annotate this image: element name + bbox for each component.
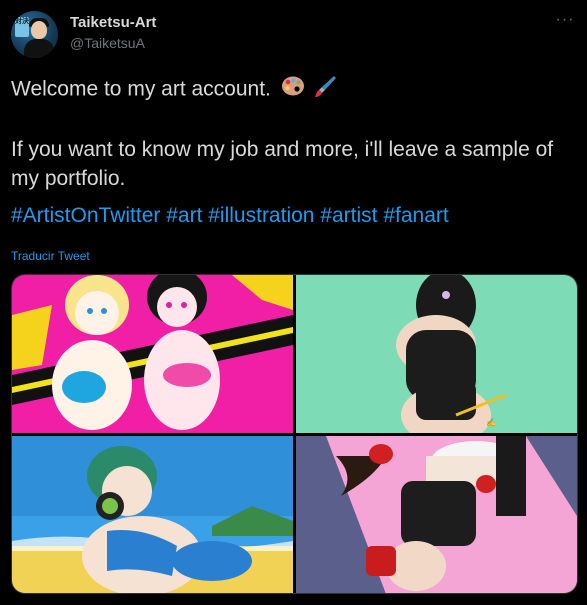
display-name[interactable]: Taiketsu-Art	[70, 14, 156, 31]
pink-yellow-artwork[interactable]	[12, 275, 293, 433]
tweet-line-1-text: Welcome to my art account.	[11, 77, 271, 101]
translate-tweet-link[interactable]: Traducir Tweet	[11, 249, 90, 263]
avatar-head	[31, 21, 47, 39]
artist-palette-icon	[281, 75, 305, 105]
avatar-badge: 対決	[15, 17, 29, 37]
beach-headphones-artwork-image	[12, 436, 293, 593]
paintbrush-icon	[314, 74, 337, 106]
tweet-text: Welcome to my art account. If you want t…	[11, 74, 571, 230]
more-options-icon[interactable]: ···	[553, 10, 577, 30]
hashtag-link[interactable]: #art	[166, 204, 202, 227]
pink-purple-fighter-artwork[interactable]	[296, 436, 577, 593]
hashtag-link[interactable]: #artist	[320, 204, 377, 227]
avatar[interactable]: 対決	[11, 11, 58, 58]
tweet-line-2: If you want to know my job and more, i'l…	[11, 138, 554, 190]
pink-purple-fighter-artwork-image	[296, 436, 577, 593]
avatar-body	[24, 39, 54, 58]
user-handle[interactable]: @TaiketsuA	[70, 35, 145, 51]
mint-background-artwork-image: ✍	[296, 275, 577, 433]
hashtag-link[interactable]: #illustration	[208, 204, 314, 227]
media-grid: ✍	[11, 274, 578, 594]
svg-text:✍: ✍	[486, 418, 496, 427]
hashtag-list: #ArtistOnTwitter #art #illustration #art…	[11, 201, 571, 230]
pink-yellow-artwork-image	[12, 275, 293, 433]
hashtag-link[interactable]: #fanart	[383, 204, 448, 227]
tweet-line-1: Welcome to my art account.	[11, 74, 571, 106]
mint-background-artwork[interactable]: ✍	[296, 275, 577, 433]
hashtag-link[interactable]: #ArtistOnTwitter	[11, 204, 160, 227]
beach-headphones-artwork[interactable]	[12, 436, 293, 593]
